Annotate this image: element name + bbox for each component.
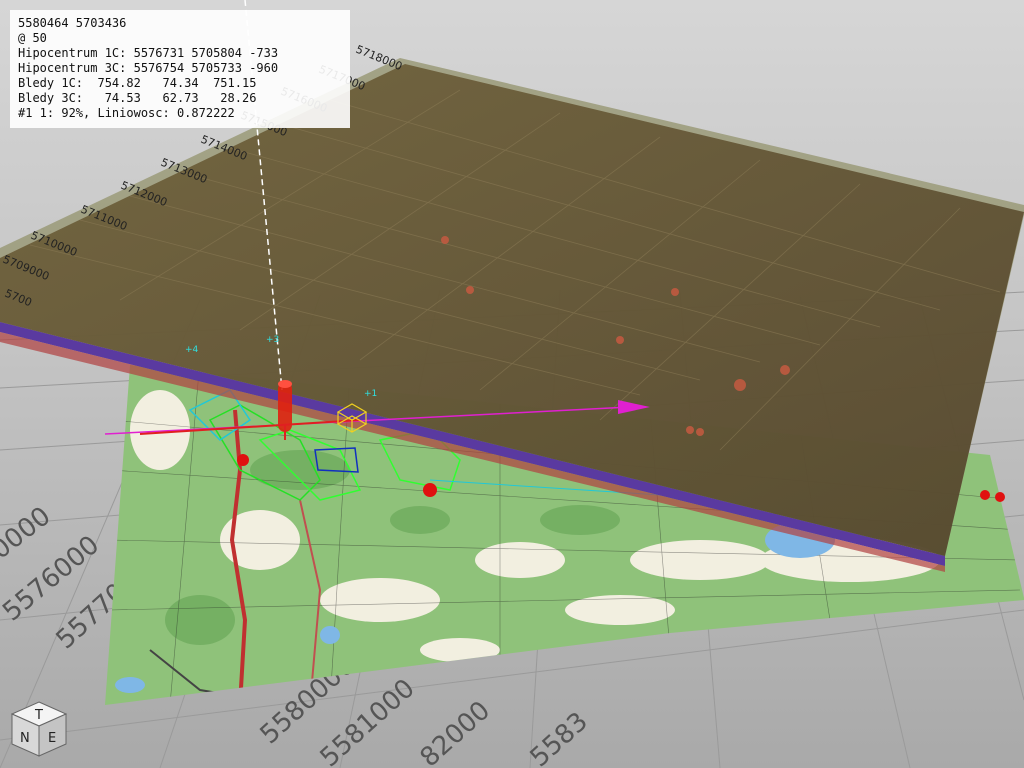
station-marker: +3 bbox=[266, 335, 279, 345]
ground-axis-label: 0000 bbox=[0, 501, 56, 565]
hud-line: Hipocentrum 3C: 5576754 5705733 -960 bbox=[18, 61, 279, 75]
info-overlay: 5580464 5703436 @ 50 Hipocentrum 1C: 557… bbox=[10, 10, 350, 128]
cube-face-north: N bbox=[20, 731, 30, 746]
hud-line: @ 50 bbox=[18, 31, 47, 45]
hud-line: #1 1: 92%, Liniowosc: 0.872222 bbox=[18, 106, 235, 120]
cube-face-east: E bbox=[48, 731, 56, 746]
station-marker: +4 bbox=[185, 345, 199, 355]
hud-line: Bledy 1C: 754.82 74.34 751.15 bbox=[18, 76, 257, 90]
navigation-cube[interactable]: T N E bbox=[8, 698, 70, 760]
cube-face-top: T bbox=[34, 708, 43, 723]
ground-axis-label: 5583 bbox=[525, 707, 594, 768]
hud-line: Bledy 3C: 74.53 62.73 28.26 bbox=[18, 91, 257, 105]
ground-axis-label: 82000 bbox=[415, 696, 497, 768]
hud-line: Hipocentrum 1C: 5576731 5705804 -733 bbox=[18, 46, 279, 60]
hud-line: 5580464 5703436 bbox=[18, 16, 127, 30]
station-marker: +1 bbox=[364, 389, 377, 399]
